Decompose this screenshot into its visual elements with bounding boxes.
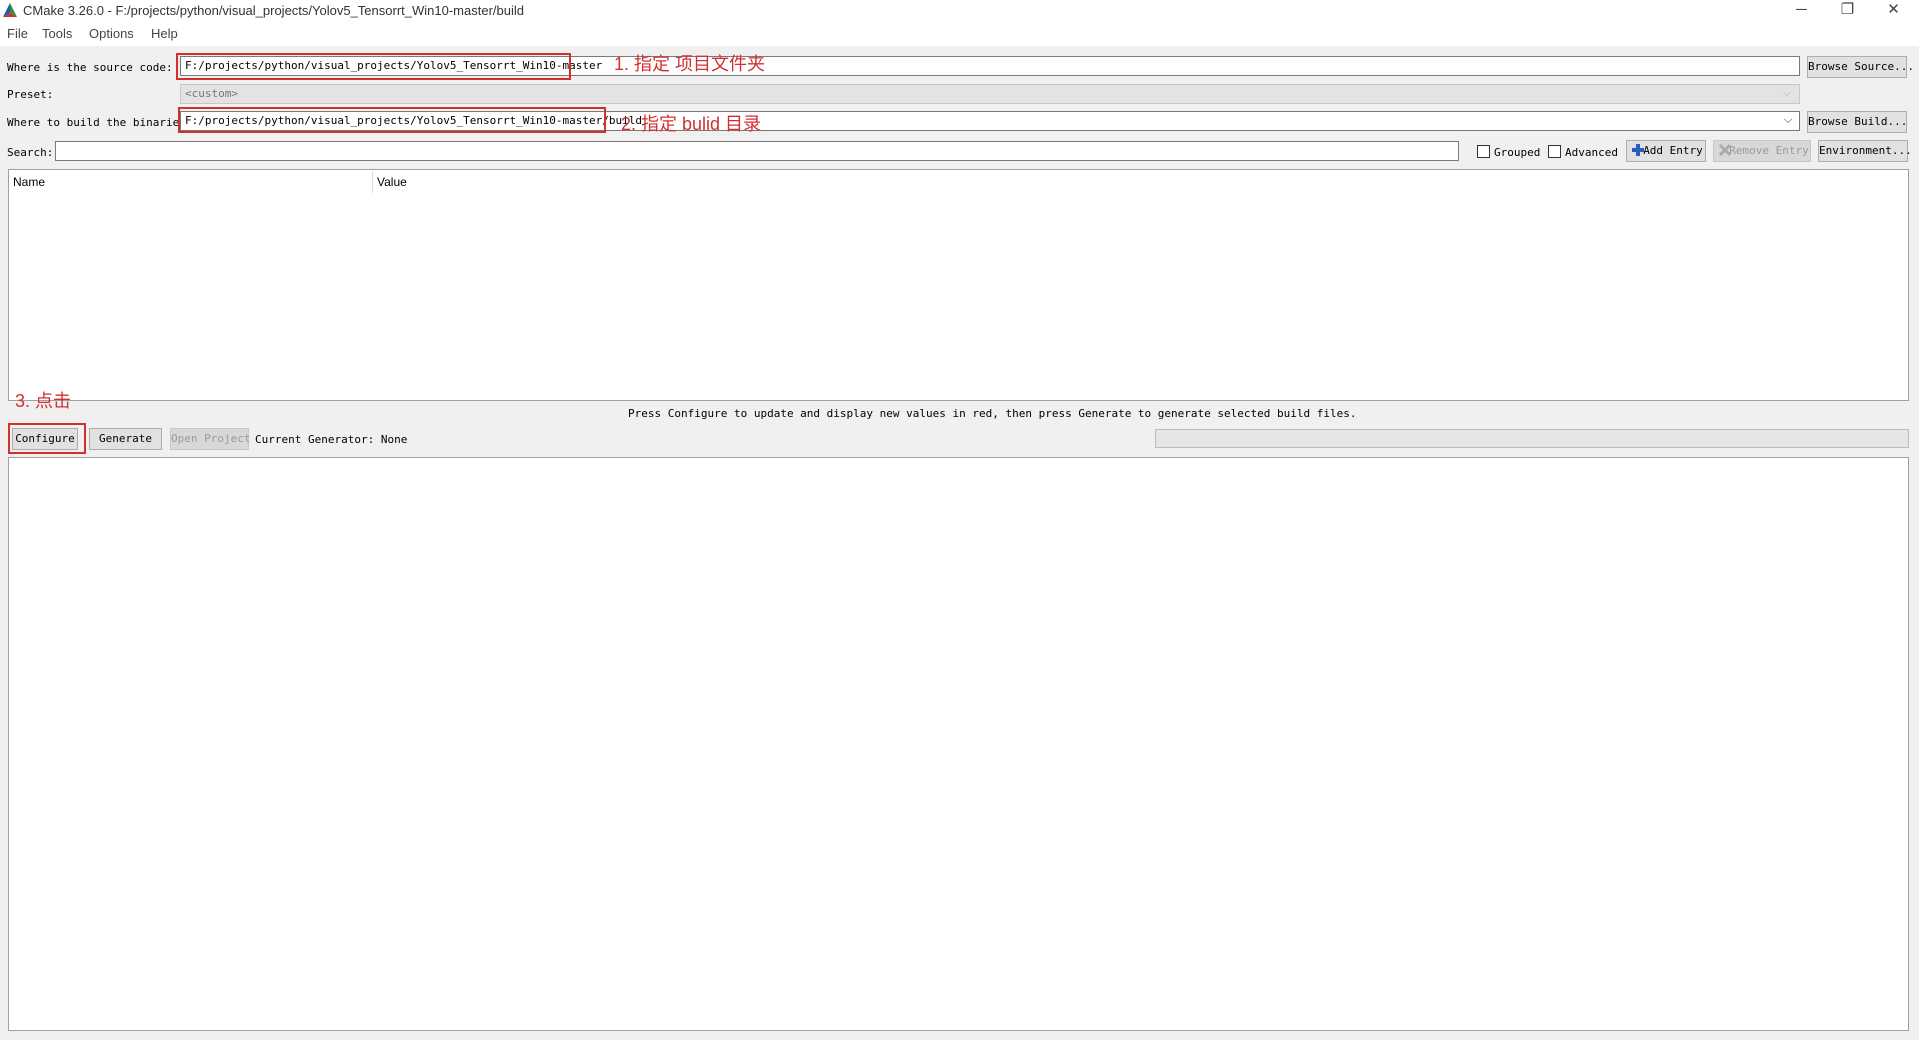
menu-bar bbox=[0, 22, 1919, 46]
column-header-value[interactable]: Value bbox=[377, 175, 407, 189]
build-label: Where to build the binaries: bbox=[7, 116, 193, 129]
grouped-label: Grouped bbox=[1494, 146, 1541, 159]
column-header-name[interactable]: Name bbox=[13, 175, 45, 189]
restore-button[interactable]: ❐ bbox=[1825, 0, 1870, 22]
grouped-checkbox[interactable] bbox=[1477, 145, 1490, 158]
preset-label: Preset: bbox=[7, 88, 54, 101]
cache-table[interactable] bbox=[8, 169, 1909, 401]
annotation-step-3: 3. 点击 bbox=[15, 391, 72, 411]
remove-entry-label: Remove Entry bbox=[1729, 144, 1809, 157]
menu-tools[interactable]: Tools bbox=[42, 26, 72, 41]
close-button[interactable]: ✕ bbox=[1871, 0, 1916, 22]
minimize-button[interactable]: ─ bbox=[1779, 0, 1824, 22]
menu-options[interactable]: Options bbox=[89, 26, 134, 41]
search-input[interactable] bbox=[55, 141, 1459, 161]
environment-button[interactable]: Environment... bbox=[1818, 140, 1912, 162]
progress-bar bbox=[1155, 429, 1909, 448]
open-project-button[interactable]: Open Project bbox=[170, 428, 250, 450]
browse-source-button[interactable]: Browse Source... bbox=[1807, 56, 1914, 78]
output-log[interactable] bbox=[8, 457, 1909, 1031]
advanced-checkbox[interactable] bbox=[1548, 145, 1561, 158]
browse-build-button[interactable]: Browse Build... bbox=[1807, 111, 1907, 133]
add-entry-label: Add Entry bbox=[1643, 144, 1703, 157]
column-divider bbox=[372, 171, 373, 193]
source-highlight-box bbox=[176, 53, 571, 80]
window-title: CMake 3.26.0 - F:/projects/python/visual… bbox=[23, 3, 524, 18]
preset-chevron-down-icon: ⌵ bbox=[1783, 88, 1791, 99]
hint-text: Press Configure to update and display ne… bbox=[628, 407, 1357, 420]
configure-button[interactable]: Configure bbox=[12, 428, 78, 450]
generate-button[interactable]: Generate bbox=[89, 428, 162, 450]
plus-icon bbox=[1631, 143, 1645, 157]
cmake-logo-icon bbox=[3, 3, 17, 17]
menu-file[interactable]: File bbox=[7, 26, 28, 41]
advanced-label: Advanced bbox=[1565, 146, 1618, 159]
search-label: Search: bbox=[7, 146, 54, 159]
menu-help[interactable]: Help bbox=[151, 26, 178, 41]
annotation-step-1: 1. 指定 项目文件夹 bbox=[614, 54, 766, 74]
annotation-step-2: 2. 指定 bulid 目录 bbox=[621, 114, 762, 134]
build-chevron-down-icon[interactable]: ⌵ bbox=[1784, 114, 1792, 127]
preset-select[interactable]: <custom> bbox=[180, 84, 1800, 104]
current-generator-text: Current Generator: None bbox=[255, 433, 408, 446]
build-highlight-box bbox=[178, 107, 606, 133]
source-label: Where is the source code: bbox=[7, 61, 173, 74]
remove-icon bbox=[1718, 143, 1732, 157]
